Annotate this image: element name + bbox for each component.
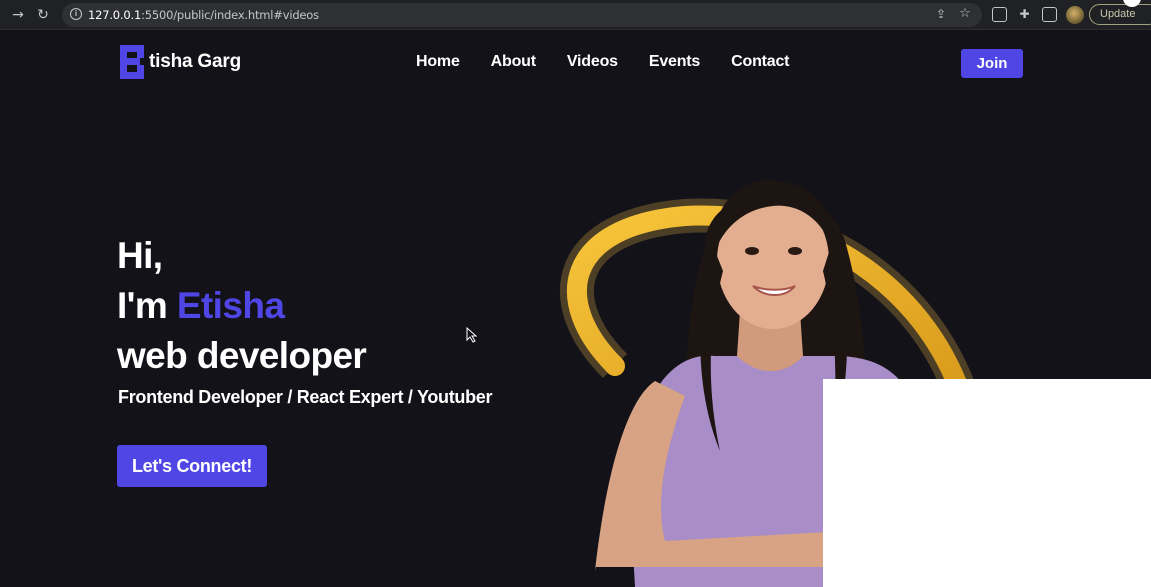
hero-role: web developer (117, 335, 367, 376)
reload-icon[interactable]: ↻ (33, 5, 53, 25)
connect-button[interactable]: Let's Connect! (117, 445, 267, 487)
hero-subtitle: Frontend Developer / React Expert / Yout… (118, 387, 493, 407)
puzzle-icon[interactable]: ✚ (1017, 7, 1032, 22)
info-icon[interactable]: i (70, 8, 82, 20)
star-icon[interactable]: ☆ (958, 6, 972, 21)
back-arrow-icon[interactable]: → (8, 5, 28, 25)
address-bar[interactable]: i 127.0.0.1:5500/public/index.html#video… (62, 3, 982, 27)
nav-contact[interactable]: Contact (731, 53, 789, 71)
brand-mark (120, 45, 146, 79)
nav-home[interactable]: Home (416, 53, 460, 71)
update-label: Update (1100, 8, 1136, 20)
update-button[interactable]: Update (1089, 4, 1151, 25)
brand-logo[interactable]: tisha Garg (120, 45, 241, 79)
mouse-cursor (466, 327, 478, 343)
hero-greeting: Hi, (117, 235, 163, 276)
url-text[interactable]: 127.0.0.1:5500/public/index.html#videos (88, 8, 319, 22)
share-icon[interactable]: ⇪ (934, 7, 948, 21)
blank-overlay-panel (823, 379, 1151, 587)
hero-intro: I'm Etisha (117, 281, 366, 331)
url-host: 127.0.0.1 (88, 8, 142, 22)
url-path: :5500/public/index.html#videos (141, 8, 319, 22)
hero-intro-prefix: I'm (117, 285, 177, 326)
nav-events[interactable]: Events (649, 53, 700, 71)
brand-name: tisha Garg (149, 51, 241, 72)
join-button[interactable]: Join (961, 49, 1023, 78)
profile-avatar[interactable] (1066, 6, 1084, 24)
main-nav: Home About Videos Events Contact (416, 53, 820, 71)
hero-text: Hi, I'm Etisha web developer (117, 231, 367, 381)
nav-about[interactable]: About (491, 53, 536, 71)
nav-videos[interactable]: Videos (567, 53, 618, 71)
hero-name: Etisha (176, 285, 285, 326)
extension-icon[interactable] (992, 7, 1007, 22)
browser-toolbar: → ↻ i 127.0.0.1:5500/public/index.html#v… (0, 0, 1151, 30)
side-panel-icon[interactable] (1042, 7, 1057, 22)
